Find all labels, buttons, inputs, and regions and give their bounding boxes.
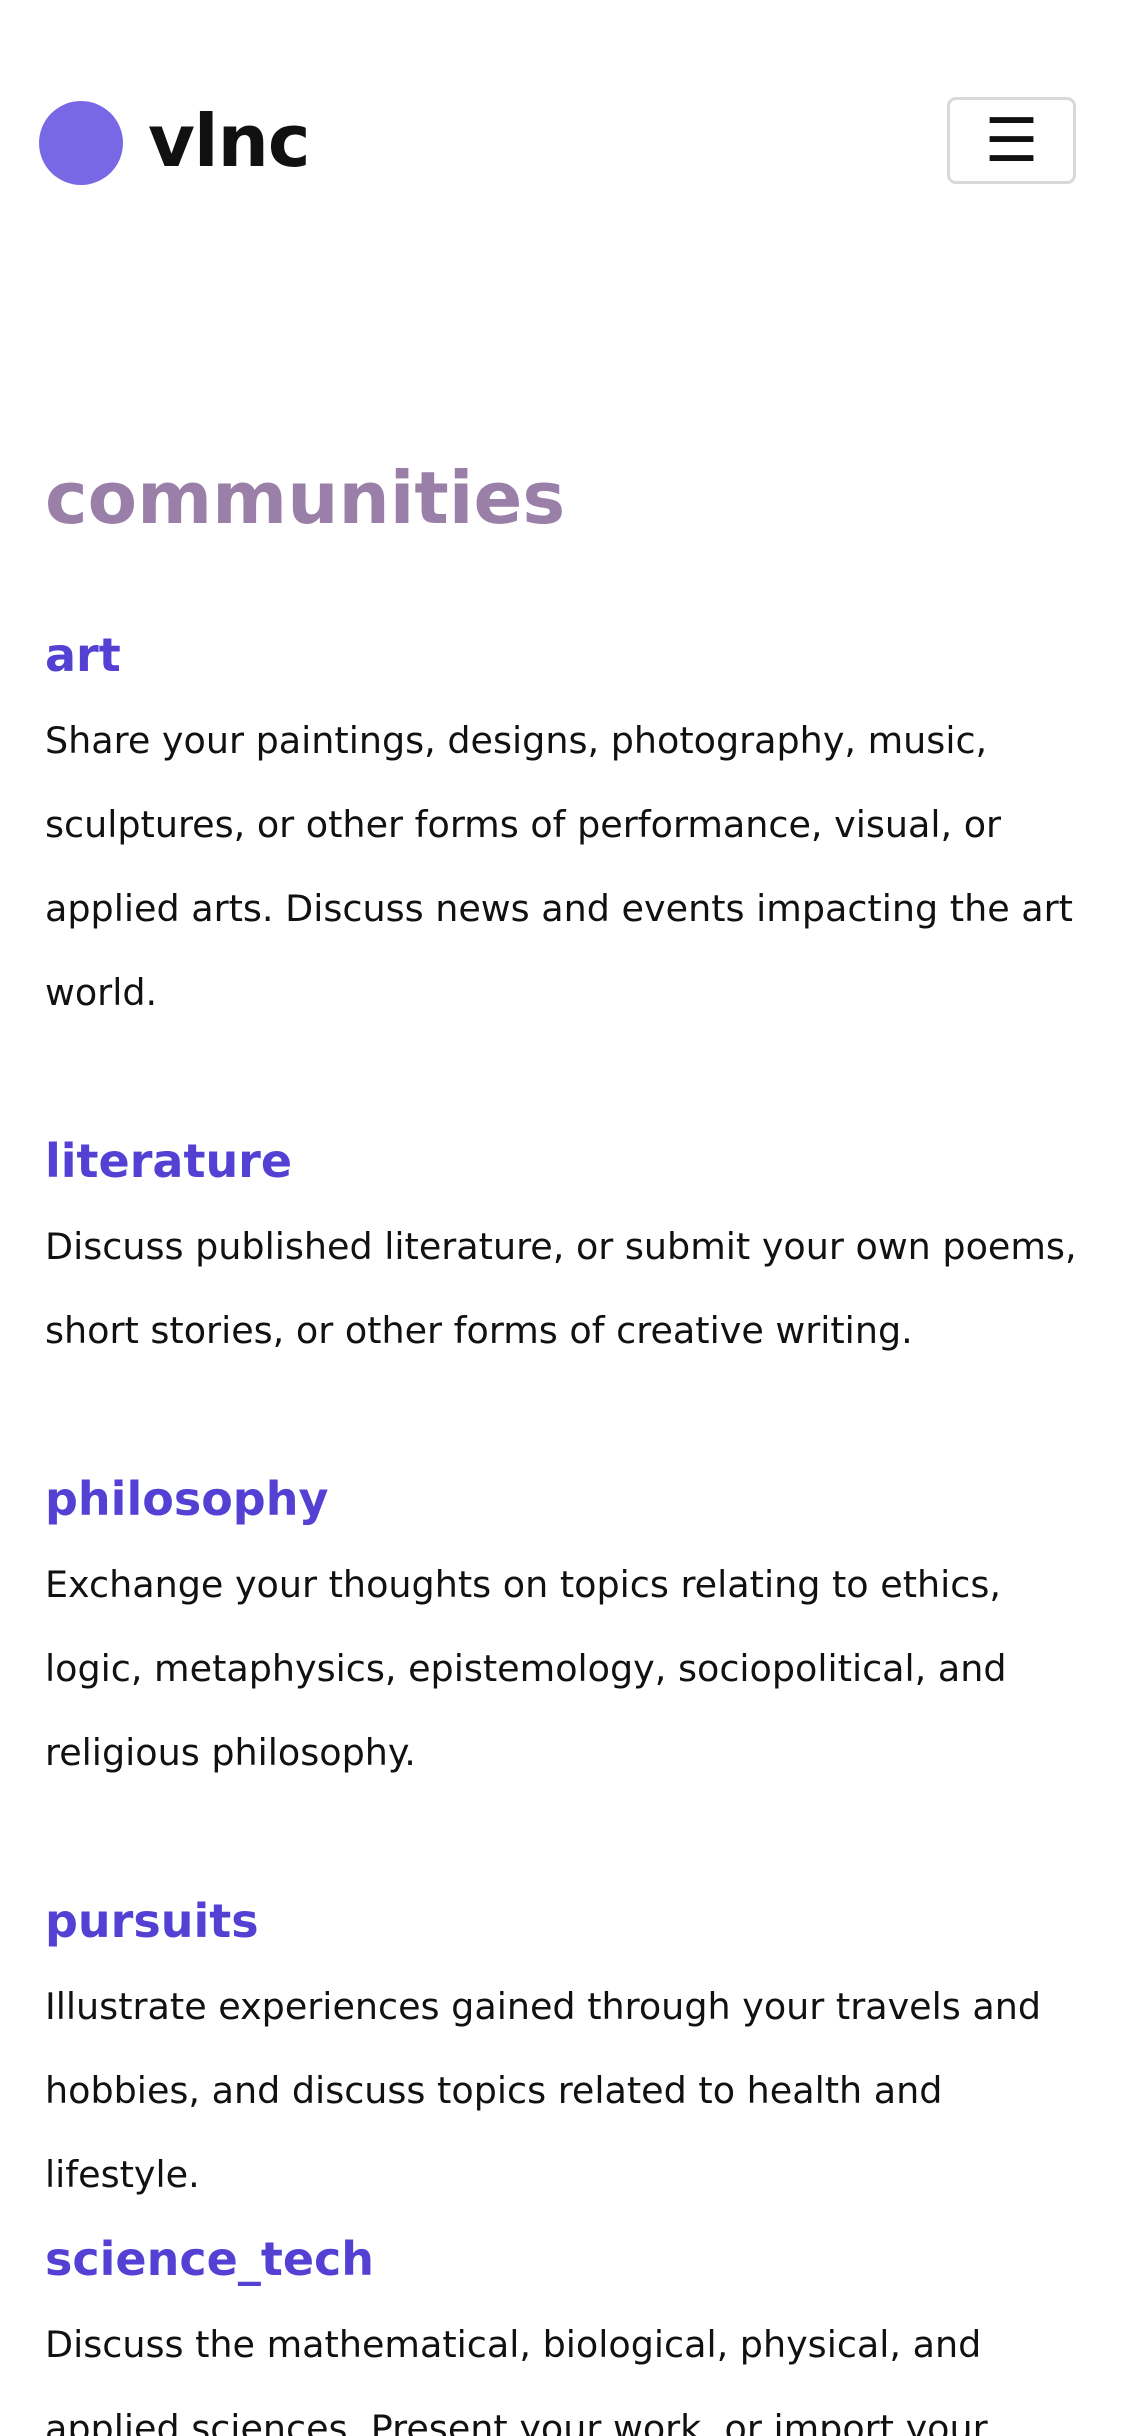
logo-wordmark[interactable]: vlnc xyxy=(148,96,311,186)
community-link-pursuits[interactable]: pursuits xyxy=(45,1891,1085,1951)
hamburger-menu-button[interactable]: ☰ xyxy=(947,97,1076,184)
community-link-science-tech[interactable]: science_tech xyxy=(45,2229,1085,2289)
community-description: Discuss published literature, or submit … xyxy=(45,1225,1077,1352)
community-item-science-tech: science_tech Discuss the mathematical, b… xyxy=(45,2229,1085,2436)
hamburger-icon: ☰ xyxy=(984,106,1039,174)
community-link-art[interactable]: art xyxy=(45,625,1085,685)
community-item-art: art Share your paintings, designs, photo… xyxy=(45,625,1085,1035)
community-item-philosophy: philosophy Exchange your thoughts on top… xyxy=(45,1469,1085,1795)
community-item-literature: literature Discuss published literature,… xyxy=(45,1131,1085,1373)
community-description: Exchange your thoughts on topics relatin… xyxy=(45,1563,1007,1774)
page-title: communities xyxy=(45,456,566,540)
logo-circle-icon[interactable] xyxy=(39,101,123,185)
community-description: Discuss the mathematical, biological, ph… xyxy=(45,2323,988,2436)
community-description: Illustrate experiences gained through yo… xyxy=(45,1985,1042,2196)
community-item-pursuits: pursuits Illustrate experiences gained t… xyxy=(45,1891,1085,2217)
community-link-philosophy[interactable]: philosophy xyxy=(45,1469,1085,1529)
community-description: Share your paintings, designs, photograp… xyxy=(45,719,1073,1014)
community-link-literature[interactable]: literature xyxy=(45,1131,1085,1191)
site-header: vlnc ☰ xyxy=(0,0,1125,240)
